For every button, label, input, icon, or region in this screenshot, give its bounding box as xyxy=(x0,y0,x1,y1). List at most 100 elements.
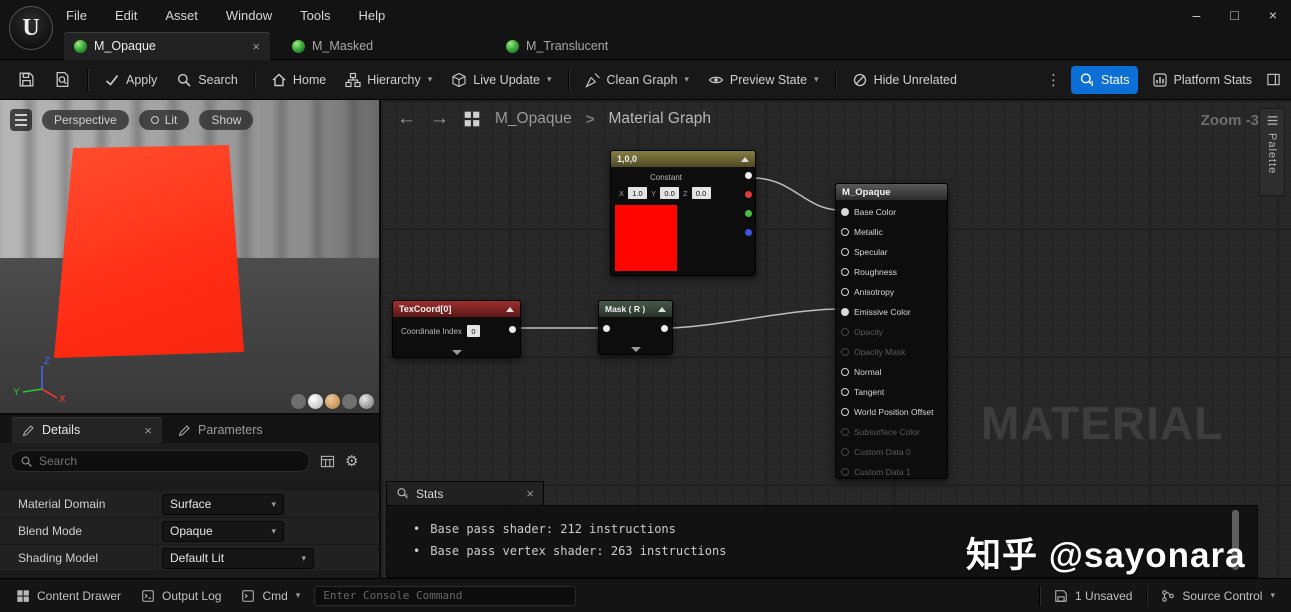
pin-icon[interactable] xyxy=(841,328,849,336)
mask-node-header[interactable]: Mask ( R ) xyxy=(599,301,672,317)
viewport-setting-button[interactable] xyxy=(359,394,374,409)
output-pin-r[interactable] xyxy=(745,191,752,198)
blend-mode-dropdown[interactable]: Opaque ▾ xyxy=(162,520,284,542)
constant-node[interactable]: 1,0,0 Constant X 1.0 Y 0.0 Z 0.0 xyxy=(610,150,756,276)
field-z-input[interactable]: 0.0 xyxy=(691,187,711,199)
home-button[interactable]: Home xyxy=(263,66,334,94)
material-input-pin[interactable]: Roughness xyxy=(836,262,947,282)
apply-button[interactable]: Apply xyxy=(96,66,165,94)
mask-node[interactable]: Mask ( R ) xyxy=(598,300,673,355)
output-pin-rgb[interactable] xyxy=(745,172,752,179)
collapse-caret-icon[interactable] xyxy=(741,156,749,162)
expand-chevron-icon[interactable] xyxy=(451,350,462,355)
menu-asset[interactable]: Asset xyxy=(165,8,198,23)
stats-tab[interactable]: Stats × xyxy=(386,481,544,505)
pin-icon[interactable] xyxy=(841,348,849,356)
back-button[interactable]: ← xyxy=(397,108,416,130)
perspective-button[interactable]: Perspective xyxy=(42,110,129,130)
menu-tools[interactable]: Tools xyxy=(300,8,330,23)
hierarchy-button[interactable]: Hierarchy ▾ xyxy=(337,66,440,94)
field-x-input[interactable]: 1.0 xyxy=(628,187,648,199)
viewport-setting-button[interactable] xyxy=(325,394,340,409)
tab-m-translucent[interactable]: M_Translucent xyxy=(496,32,618,60)
material-result-node[interactable]: M_Opaque Base Color Metallic Specular Rough… xyxy=(835,183,948,479)
material-input-pin[interactable]: World Position Offset xyxy=(836,402,947,422)
output-pin[interactable] xyxy=(661,325,668,332)
unsaved-indicator[interactable]: 1 Unsaved xyxy=(1048,589,1138,603)
stats-toggle-button[interactable]: Stats xyxy=(1071,65,1138,94)
output-log-button[interactable]: Output Log xyxy=(135,589,227,603)
coordinate-index-input[interactable]: 0 xyxy=(466,325,480,337)
pin-icon[interactable] xyxy=(841,408,849,416)
tab-details[interactable]: Details × xyxy=(12,417,162,443)
material-input-pin[interactable]: Normal xyxy=(836,362,947,382)
content-drawer-button[interactable]: Content Drawer xyxy=(10,589,127,603)
material-input-pin[interactable]: Emissive Color xyxy=(836,302,947,322)
breadcrumb-current[interactable]: Material Graph xyxy=(608,110,711,128)
viewport-setting-button[interactable] xyxy=(308,394,323,409)
breadcrumb-root[interactable]: M_Opaque xyxy=(495,110,572,128)
menu-help[interactable]: Help xyxy=(358,8,385,23)
material-graph-canvas[interactable]: ← → M_Opaque > Material Graph Zoom -3 Pa… xyxy=(381,100,1291,578)
menu-edit[interactable]: Edit xyxy=(115,8,137,23)
constant-node-header[interactable]: 1,0,0 xyxy=(611,151,755,167)
material-input-pin[interactable]: Opacity xyxy=(836,322,947,342)
search-button[interactable]: Search xyxy=(168,66,246,94)
material-node-header[interactable]: M_Opaque xyxy=(836,184,947,200)
details-search-box[interactable] xyxy=(10,450,310,472)
material-input-pin[interactable]: Specular xyxy=(836,242,947,262)
clean-graph-button[interactable]: Clean Graph ▾ xyxy=(577,66,697,94)
material-input-pin[interactable]: Custom Data 1 xyxy=(836,462,947,482)
input-pin[interactable] xyxy=(603,325,610,332)
details-search-input[interactable] xyxy=(39,454,300,468)
tab-m-masked[interactable]: M_Masked xyxy=(282,32,383,60)
tab-close-icon[interactable]: × xyxy=(144,423,152,438)
save-button[interactable] xyxy=(10,65,43,94)
output-pin-g[interactable] xyxy=(745,210,752,217)
sidebar-layout-icon[interactable] xyxy=(1266,72,1281,87)
output-pin[interactable] xyxy=(509,326,516,333)
viewport-setting-button[interactable] xyxy=(291,394,306,409)
material-input-pin[interactable]: Metallic xyxy=(836,222,947,242)
maximize-button[interactable]: □ xyxy=(1230,7,1238,23)
collapse-caret-icon[interactable] xyxy=(658,306,666,312)
menu-file[interactable]: File xyxy=(66,8,87,23)
preview-state-button[interactable]: Preview State ▾ xyxy=(700,66,827,94)
forward-button[interactable]: → xyxy=(430,108,449,130)
viewport-menu-icon[interactable] xyxy=(10,109,32,131)
kebab-menu-icon[interactable]: ⋮ xyxy=(1042,71,1065,89)
pin-icon[interactable] xyxy=(841,268,849,276)
material-input-pin[interactable]: Subsurface Color xyxy=(836,422,947,442)
show-button[interactable]: Show xyxy=(199,110,254,130)
material-input-pin[interactable]: Base Color xyxy=(836,202,947,222)
tab-close-icon[interactable]: × xyxy=(526,486,534,501)
browse-to-asset-button[interactable] xyxy=(46,65,79,94)
console-command-input[interactable] xyxy=(314,585,577,606)
tab-close-icon[interactable]: × xyxy=(252,39,260,54)
source-control-button[interactable]: Source Control ▾ xyxy=(1155,589,1281,603)
expand-chevron-icon[interactable] xyxy=(630,347,641,352)
gear-icon[interactable]: ⚙ xyxy=(345,454,358,469)
pin-icon[interactable] xyxy=(841,428,849,436)
material-input-pin[interactable]: Anisotropy xyxy=(836,282,947,302)
material-input-pin[interactable]: Tangent xyxy=(836,382,947,402)
pin-icon[interactable] xyxy=(841,388,849,396)
unreal-logo[interactable]: U xyxy=(9,6,53,50)
viewport-setting-button[interactable] xyxy=(342,394,357,409)
pin-icon[interactable] xyxy=(841,368,849,376)
display-filter-icon[interactable] xyxy=(320,454,335,469)
minimize-button[interactable]: – xyxy=(1193,7,1201,23)
tab-parameters[interactable]: Parameters xyxy=(168,417,273,443)
material-input-pin[interactable]: Custom Data 0 xyxy=(836,442,947,462)
palette-tab[interactable]: Palette xyxy=(1259,108,1285,196)
hide-unrelated-button[interactable]: Hide Unrelated xyxy=(844,66,965,94)
material-domain-dropdown[interactable]: Surface ▾ xyxy=(162,493,284,515)
menu-window[interactable]: Window xyxy=(226,8,272,23)
output-pin-b[interactable] xyxy=(745,229,752,236)
pin-icon[interactable] xyxy=(841,308,849,316)
texcoord-node-header[interactable]: TexCoord[0] xyxy=(393,301,520,317)
lit-mode-button[interactable]: Lit xyxy=(138,110,190,130)
live-update-button[interactable]: Live Update ▾ xyxy=(443,66,559,94)
shading-model-dropdown[interactable]: Default Lit ▾ xyxy=(162,547,314,569)
pin-icon[interactable] xyxy=(841,468,849,476)
